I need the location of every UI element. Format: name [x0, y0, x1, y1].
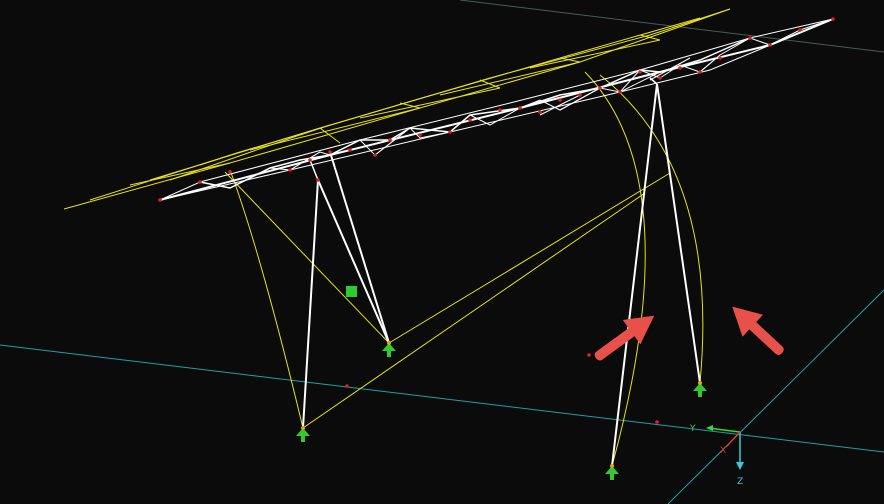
axis-x-line: [725, 431, 741, 448]
node-marker[interactable]: [158, 198, 162, 202]
node-marker[interactable]: [345, 384, 349, 388]
fixed-support-icon[interactable]: [296, 426, 310, 442]
column-right-front: [611, 83, 658, 467]
axis-y-label: Y: [689, 424, 696, 434]
node-marker[interactable]: [316, 178, 320, 182]
supports: [296, 341, 707, 480]
deformed-shape: [63, 8, 731, 467]
node-marker[interactable]: [598, 86, 602, 90]
deformed-column-left-a: [229, 169, 304, 429]
highlight-arrow-icon: [732, 306, 784, 356]
node-marker[interactable]: [748, 36, 752, 40]
node-marker[interactable]: [308, 158, 312, 162]
fixed-support-icon[interactable]: [382, 341, 396, 357]
node-marker[interactable]: [498, 108, 502, 112]
node-marker[interactable]: [538, 110, 542, 114]
fixed-support-icon[interactable]: [605, 464, 619, 480]
node-marker[interactable]: [518, 106, 522, 110]
structure-scene: Y Z X: [0, 0, 884, 504]
node-marker[interactable]: [655, 420, 659, 424]
node-marker[interactable]: [448, 130, 452, 134]
node-marker[interactable]: [468, 118, 472, 122]
deformed-brace-2: [388, 172, 671, 344]
column-left-back: [329, 151, 390, 344]
axis-z-label: Z: [737, 477, 743, 487]
node-marker[interactable]: [418, 133, 422, 137]
structural-3d-viewport[interactable]: Y Z X: [0, 0, 884, 504]
node-marker[interactable]: [348, 148, 352, 152]
node-marker[interactable]: [618, 90, 622, 94]
column-left-front: [302, 179, 319, 429]
fixed-support-icon[interactable]: [693, 381, 707, 397]
deformed-column-left-b: [224, 171, 390, 344]
node-marker[interactable]: [718, 56, 722, 60]
node-markers: [158, 17, 835, 424]
column-left-strut: [317, 179, 390, 344]
node-marker[interactable]: [658, 76, 662, 80]
ground-grid: [0, 0, 884, 504]
node-marker[interactable]: [831, 17, 835, 21]
node-marker[interactable]: [198, 180, 202, 184]
node-marker[interactable]: [798, 28, 802, 32]
node-marker[interactable]: [578, 93, 582, 97]
node-marker[interactable]: [768, 43, 772, 47]
node-marker[interactable]: [228, 170, 232, 174]
load-marker-icon[interactable]: [346, 286, 357, 297]
node-marker[interactable]: [678, 66, 682, 70]
deformed-column-right-b: [599, 74, 704, 384]
node-marker[interactable]: [698, 70, 702, 74]
node-marker[interactable]: [587, 353, 591, 357]
axis-x-label: X: [720, 446, 726, 456]
node-marker[interactable]: [558, 98, 562, 102]
node-marker[interactable]: [388, 138, 392, 142]
grid-line-front: [0, 344, 884, 453]
node-marker[interactable]: [288, 168, 292, 172]
deformed-roof-edge-front: [63, 8, 731, 210]
node-marker[interactable]: [373, 153, 377, 157]
deformed-roof-ridge: [89, 17, 701, 201]
node-marker[interactable]: [328, 150, 332, 154]
node-marker[interactable]: [638, 70, 642, 74]
